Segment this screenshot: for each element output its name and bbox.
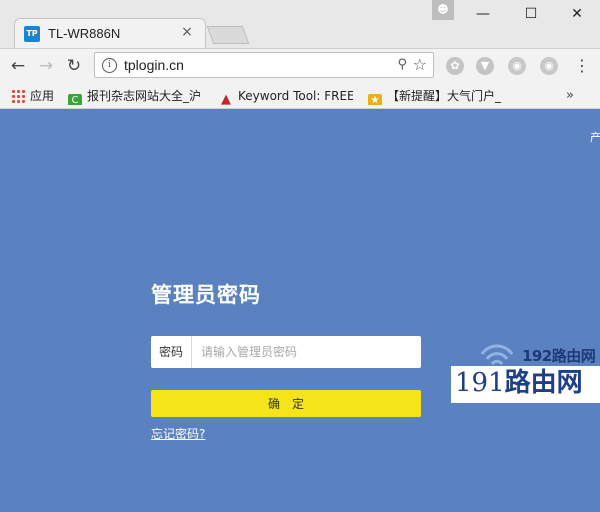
watermark-top-text: 192路由网 xyxy=(522,347,596,365)
new-tab-button[interactable] xyxy=(206,26,250,44)
close-window-icon[interactable]: ✕ xyxy=(562,4,592,24)
bookmark-star-icon[interactable]: ☆ xyxy=(413,55,427,74)
extension-circle-icon[interactable]: ◉ xyxy=(540,57,558,75)
chevron-more-icon[interactable]: » xyxy=(566,87,574,105)
bookmark-label: Keyword Tool: FREE xyxy=(238,89,353,103)
bookmark-label: 【新提醒】大气门户_ xyxy=(387,89,502,103)
confirm-button[interactable]: 确 定 xyxy=(151,390,421,417)
browser-tab[interactable]: TP TL-WR886N × xyxy=(14,18,206,48)
bookmarks-bar: 应用 C 报刊杂志网站大全_沪 ▲ Keyword Tool: FREE ★ 【新提醒… xyxy=(0,83,600,109)
bookmark-item[interactable]: ★ 【新提醒】大气门户_ xyxy=(368,87,502,105)
maximize-window-icon[interactable]: ☐ xyxy=(516,4,546,24)
tp-link-favicon-icon: TP xyxy=(24,26,40,42)
minimize-window-icon[interactable]: — xyxy=(468,4,498,24)
bookmark-apps[interactable]: 应用 xyxy=(11,87,63,105)
site-info-icon[interactable]: i xyxy=(102,58,117,73)
password-input[interactable] xyxy=(193,336,417,368)
tab-strip: TP TL-WR886N × ☻ — ☐ ✕ xyxy=(0,0,600,49)
trophy-icon: ★ xyxy=(368,94,382,105)
router-login-page: 产 管理员密码 密码 确 定 忘记密码? xyxy=(0,109,600,512)
close-tab-icon[interactable]: × xyxy=(179,24,195,40)
watermark-main-text: 路由网 xyxy=(504,368,583,398)
browser-window: TP TL-WR886N × ☻ — ☐ ✕ ← → ↻ i tplogin.c… xyxy=(0,0,600,512)
url-text[interactable]: tplogin.cn xyxy=(124,57,184,73)
password-field-group: 密码 xyxy=(151,336,421,368)
more-menu-icon[interactable]: ⋮ xyxy=(574,55,590,77)
browser-toolbar: ← → ↻ i tplogin.cn ⚲ ☆ ✿ ▼ ◉ ◉ ⋮ xyxy=(0,49,600,83)
extension-circle-icon[interactable]: ◉ xyxy=(508,57,526,75)
extension-shield-icon[interactable]: ▼ xyxy=(476,57,494,75)
back-arrow-icon[interactable]: ← xyxy=(7,55,29,77)
zoom-magnifier-icon[interactable]: ⚲ xyxy=(397,57,407,72)
watermark-logo: 191路由网 xyxy=(455,368,583,398)
password-label: 密码 xyxy=(151,336,192,368)
bookmark-label: 应用 xyxy=(30,89,55,103)
address-bar[interactable]: i tplogin.cn ⚲ ☆ xyxy=(94,52,434,78)
corner-text[interactable]: 产 xyxy=(590,129,600,145)
watermark-number: 191 xyxy=(455,368,505,398)
extension-feather-icon[interactable]: ✿ xyxy=(446,57,464,75)
profile-icon[interactable]: ☻ xyxy=(432,0,454,20)
reload-icon[interactable]: ↻ xyxy=(63,55,85,77)
apps-grid-icon xyxy=(11,89,25,103)
page-title: 管理员密码 xyxy=(151,283,261,307)
bookmark-item[interactable]: C 报刊杂志网站大全_沪 xyxy=(68,87,206,105)
bookmark-label: 报刊杂志网站大全_沪 xyxy=(87,89,202,103)
forgot-password-link[interactable]: 忘记密码? xyxy=(151,425,205,442)
flame-icon: ▲ xyxy=(221,92,231,106)
bookmark-item[interactable]: ▲ Keyword Tool: FREE xyxy=(219,87,353,105)
forward-arrow-icon[interactable]: → xyxy=(35,55,57,77)
green-c-icon: C xyxy=(68,94,82,105)
tab-title: TL-WR886N xyxy=(48,26,121,41)
